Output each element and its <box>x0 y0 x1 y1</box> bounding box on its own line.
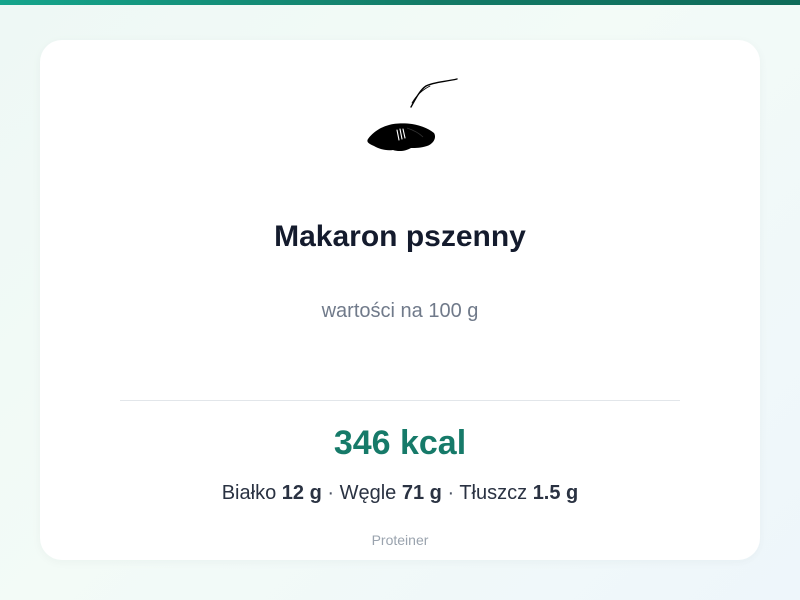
macro-separator: · <box>447 482 455 504</box>
divider <box>120 400 680 401</box>
macros-row: Białko 12 g · Węgle 71 g · Tłuszcz 1.5 g <box>0 481 800 505</box>
carbs-label: Węgle <box>339 482 397 504</box>
calories-value: 346 kcal <box>333 424 467 462</box>
serving-note: wartości na 100 g <box>321 300 479 322</box>
product-title: Makaron pszenny <box>274 220 526 253</box>
macro-separator: · <box>327 482 335 504</box>
pasta-illustration-icon <box>367 78 458 152</box>
brand-footer: Proteiner <box>371 532 429 548</box>
carbs-value: 71 g <box>401 482 442 504</box>
fat-value: 1.5 g <box>532 482 579 504</box>
top-accent-bar <box>0 0 800 5</box>
protein-label: Białko <box>221 482 277 504</box>
protein-value: 12 g <box>281 482 322 504</box>
fat-label: Tłuszcz <box>459 482 528 504</box>
